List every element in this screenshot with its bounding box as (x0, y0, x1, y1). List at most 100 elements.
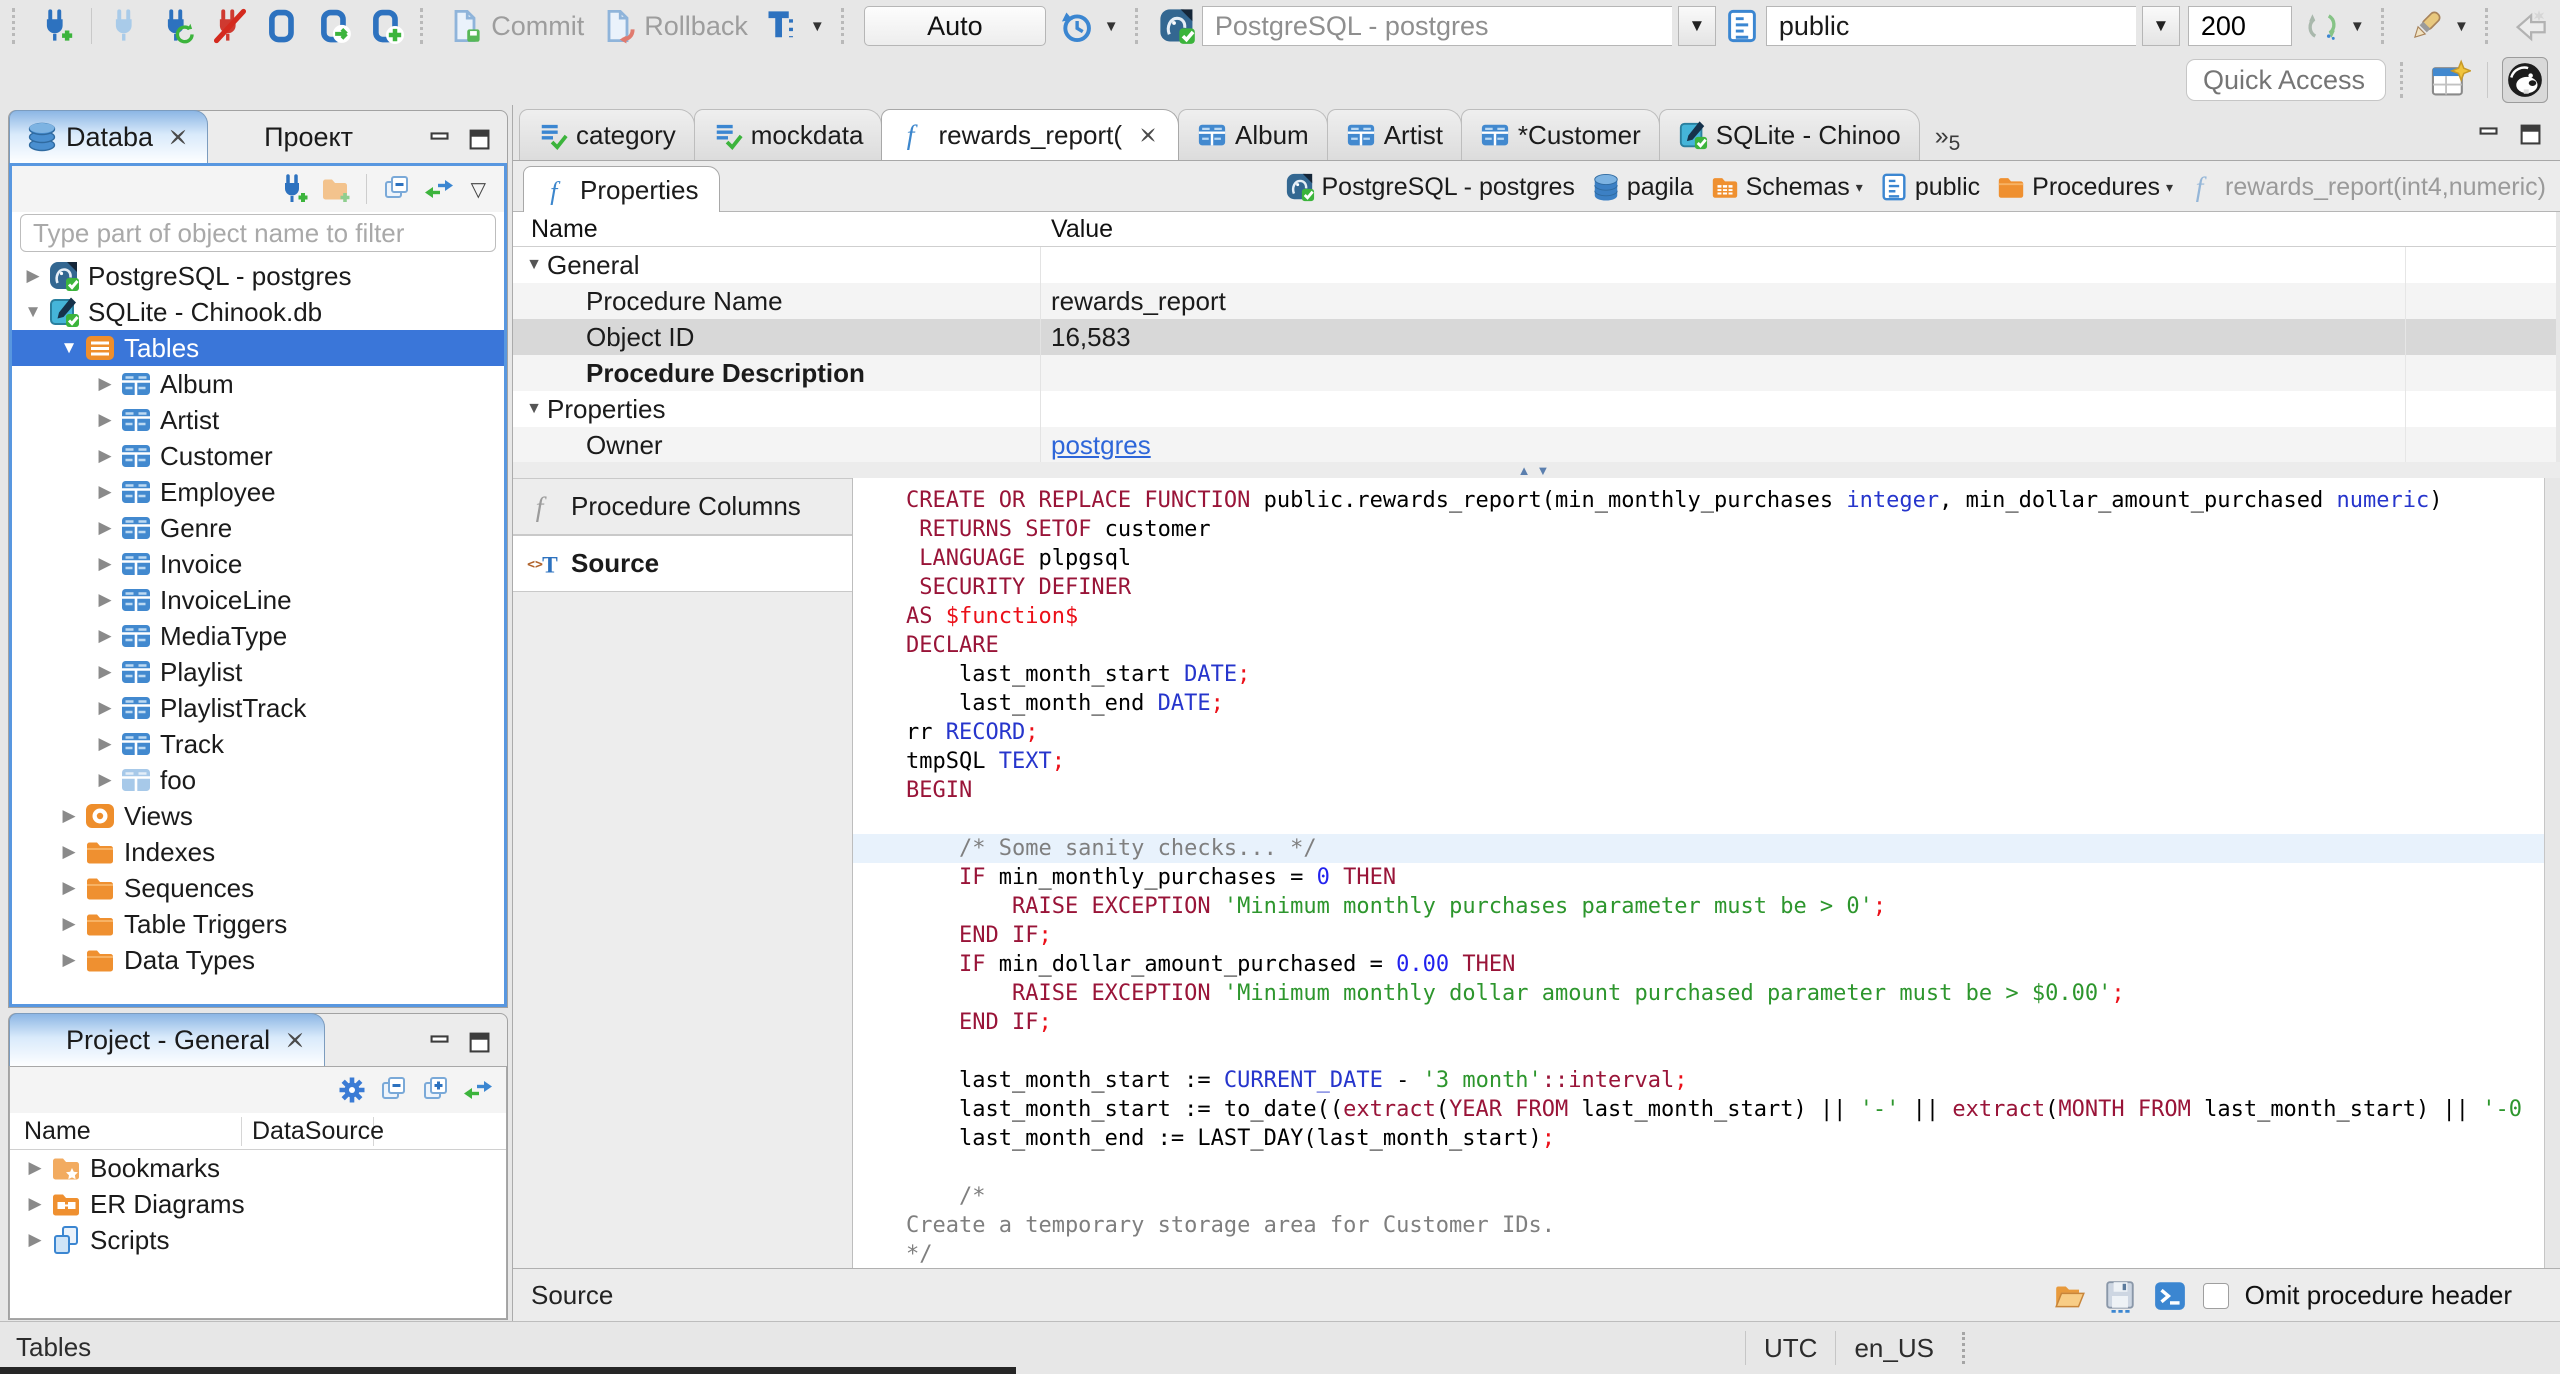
disconnect-button[interactable] (208, 6, 252, 46)
new-connection-small-button[interactable] (278, 173, 310, 205)
fetch-size-input[interactable] (2187, 6, 2292, 46)
breadcrumb-item-postgresql-postgres[interactable]: PostgreSQL - postgres (1281, 172, 1578, 202)
back-button[interactable] (2508, 6, 2552, 46)
code-line[interactable]: rr RECORD; (853, 718, 2544, 747)
code-line[interactable]: last_month_start DATE; (853, 660, 2544, 689)
property-row-owner[interactable]: Owner postgres (513, 427, 2556, 463)
code-line[interactable]: CREATE OR REPLACE FUNCTION public.reward… (853, 486, 2544, 515)
property-row-object-id[interactable]: Object ID 16,583 (513, 319, 2556, 355)
property-row-properties[interactable]: ▼ Properties (513, 391, 2556, 427)
toolbar-drag-handle[interactable] (12, 8, 23, 44)
properties-splitter[interactable]: ▲▼ (513, 462, 2560, 478)
omit-procedure-header-checkbox[interactable] (2202, 1282, 2229, 1309)
tree-item-track[interactable]: ▶ Track (12, 726, 504, 762)
source-code-editor[interactable]: CREATE OR REPLACE FUNCTION public.reward… (853, 478, 2545, 1268)
property-row-general[interactable]: ▼ General (513, 247, 2556, 283)
reconnect-button[interactable] (156, 6, 200, 46)
code-line[interactable]: DECLARE (853, 631, 2544, 660)
query-history-button[interactable]: ▼ (1054, 6, 1123, 46)
splitter-collapse-arrows-icon[interactable]: ▲▼ (1518, 463, 1556, 478)
open-sql-console-button[interactable] (2153, 1279, 2187, 1313)
property-value-cell[interactable]: 16,583 (1041, 319, 2406, 355)
tree-item-sqlite-chinook-db[interactable]: ▼ SQLite - Chinook.db (12, 294, 504, 330)
project-item-er-diagrams[interactable]: ▶ ER Diagrams (10, 1186, 506, 1222)
tree-item-employee[interactable]: ▶ Employee (12, 474, 504, 510)
maximize-button[interactable] (2516, 120, 2546, 150)
code-line[interactable]: END IF; (853, 1008, 2544, 1037)
toolbar-drag-handle[interactable] (2484, 8, 2496, 44)
property-row-procedure-description[interactable]: Procedure Description (513, 355, 2556, 391)
connect-button[interactable] (104, 6, 148, 46)
link-with-editor-button[interactable] (462, 1074, 494, 1106)
code-line[interactable]: tmpSQL TEXT; (853, 747, 2544, 776)
property-value-cell[interactable]: rewards_report (1041, 283, 2406, 319)
status-locale[interactable]: en_US (1836, 1333, 1952, 1364)
dbeaver-perspective-button[interactable] (2502, 57, 2548, 103)
open-perspective-button[interactable] (2427, 57, 2473, 103)
tree-collapsed-arrow[interactable]: ▶ (90, 626, 120, 646)
rollback-button[interactable]: Rollback (596, 6, 752, 46)
tree-item-tables[interactable]: ▼ Tables (12, 330, 504, 366)
new-connection-button[interactable] (35, 6, 79, 46)
tree-item-artist[interactable]: ▶ Artist (12, 402, 504, 438)
settings-gear-button[interactable] (336, 1074, 368, 1106)
code-line[interactable]: IF min_dollar_amount_purchased = 0.00 TH… (853, 950, 2544, 979)
new-folder-button[interactable] (320, 173, 352, 205)
property-value-cell[interactable] (1041, 247, 2406, 283)
status-grip-handle[interactable] (1961, 1332, 1971, 1364)
code-line[interactable] (853, 805, 2544, 834)
tree-collapsed-arrow[interactable]: ▶ (90, 662, 120, 682)
tree-collapsed-arrow[interactable]: ▶ (54, 878, 84, 898)
tree-item-album[interactable]: ▶ Album (12, 366, 504, 402)
code-line[interactable]: /* (853, 1182, 2544, 1211)
owner-link[interactable]: postgres (1051, 430, 1151, 461)
tree-item-table-triggers[interactable]: ▶ Table Triggers (12, 906, 504, 942)
tree-collapsed-arrow[interactable]: ▶ (54, 806, 84, 826)
subtab-procedure-columns[interactable]: f Procedure Columns (513, 478, 852, 535)
editor-tab-rewards-report[interactable]: f rewards_report( (881, 109, 1179, 160)
toolbar-drag-handle[interactable] (840, 8, 852, 44)
open-sql-script-button[interactable] (312, 6, 356, 46)
tree-item-views[interactable]: ▶ Views (12, 798, 504, 834)
group-expanded-arrow[interactable]: ▼ (521, 256, 547, 274)
code-line[interactable]: BEGIN (853, 776, 2544, 805)
breadcrumb-item-procedures[interactable]: Procedures ▾ (1992, 172, 2177, 202)
tree-collapsed-arrow[interactable]: ▶ (90, 410, 120, 430)
tree-item-invoice[interactable]: ▶ Invoice (12, 546, 504, 582)
tree-collapsed-arrow[interactable]: ▶ (54, 842, 84, 862)
code-line[interactable]: SECURITY DEFINER (853, 573, 2544, 602)
commit-mode-button[interactable]: Auto (863, 6, 1046, 46)
tree-collapsed-arrow[interactable]: ▶ (90, 374, 120, 394)
property-value-cell[interactable]: postgres (1041, 427, 2406, 463)
tree-expanded-arrow[interactable]: ▼ (18, 302, 48, 322)
close-icon[interactable] (1136, 123, 1160, 147)
schema-combo[interactable]: public ▼ (1724, 6, 2180, 46)
code-line[interactable]: RAISE EXCEPTION 'Minimum monthly dollar … (853, 979, 2544, 1008)
quick-access-input[interactable] (2186, 59, 2386, 101)
close-icon[interactable] (165, 124, 191, 150)
code-line[interactable]: LANGUAGE plpgsql (853, 544, 2544, 573)
connection-combo-value[interactable]: PostgreSQL - postgres (1201, 6, 1672, 46)
breadcrumb-item-rewards-report-int4-numeric[interactable]: f rewards_report(int4,numeric) (2185, 172, 2550, 203)
combo-dropdown-icon[interactable]: ▼ (2141, 6, 2180, 46)
property-value-cell[interactable] (1041, 391, 2406, 427)
connection-combo[interactable]: PostgreSQL - postgres ▼ (1158, 6, 1716, 46)
sql-generator-button[interactable]: ▼ (2404, 6, 2473, 46)
tree-collapsed-arrow[interactable]: ▶ (90, 698, 120, 718)
tree-collapsed-arrow[interactable]: ▶ (20, 1158, 50, 1178)
tree-collapsed-arrow[interactable]: ▶ (90, 590, 120, 610)
code-line[interactable]: Create a temporary storage area for Cust… (853, 1211, 2544, 1240)
sync-connection-button[interactable]: ▼ (2300, 6, 2369, 46)
tree-collapsed-arrow[interactable]: ▶ (54, 914, 84, 934)
property-value-cell[interactable] (1041, 355, 2406, 391)
tree-item-foo[interactable]: ▶ foo (12, 762, 504, 798)
subtab-source[interactable]: <> T Source (513, 535, 852, 592)
tree-collapsed-arrow[interactable]: ▶ (54, 950, 84, 970)
code-line[interactable]: */ (853, 1240, 2544, 1268)
tree-collapsed-arrow[interactable]: ▶ (90, 734, 120, 754)
tree-collapsed-arrow[interactable]: ▶ (90, 554, 120, 574)
minimize-button[interactable] (2474, 120, 2504, 150)
tab-database-navigator[interactable]: Databa (9, 110, 209, 163)
breadcrumb-item-schemas[interactable]: Schemas ▾ (1706, 172, 1867, 202)
code-line[interactable]: AS $function$ (853, 602, 2544, 631)
